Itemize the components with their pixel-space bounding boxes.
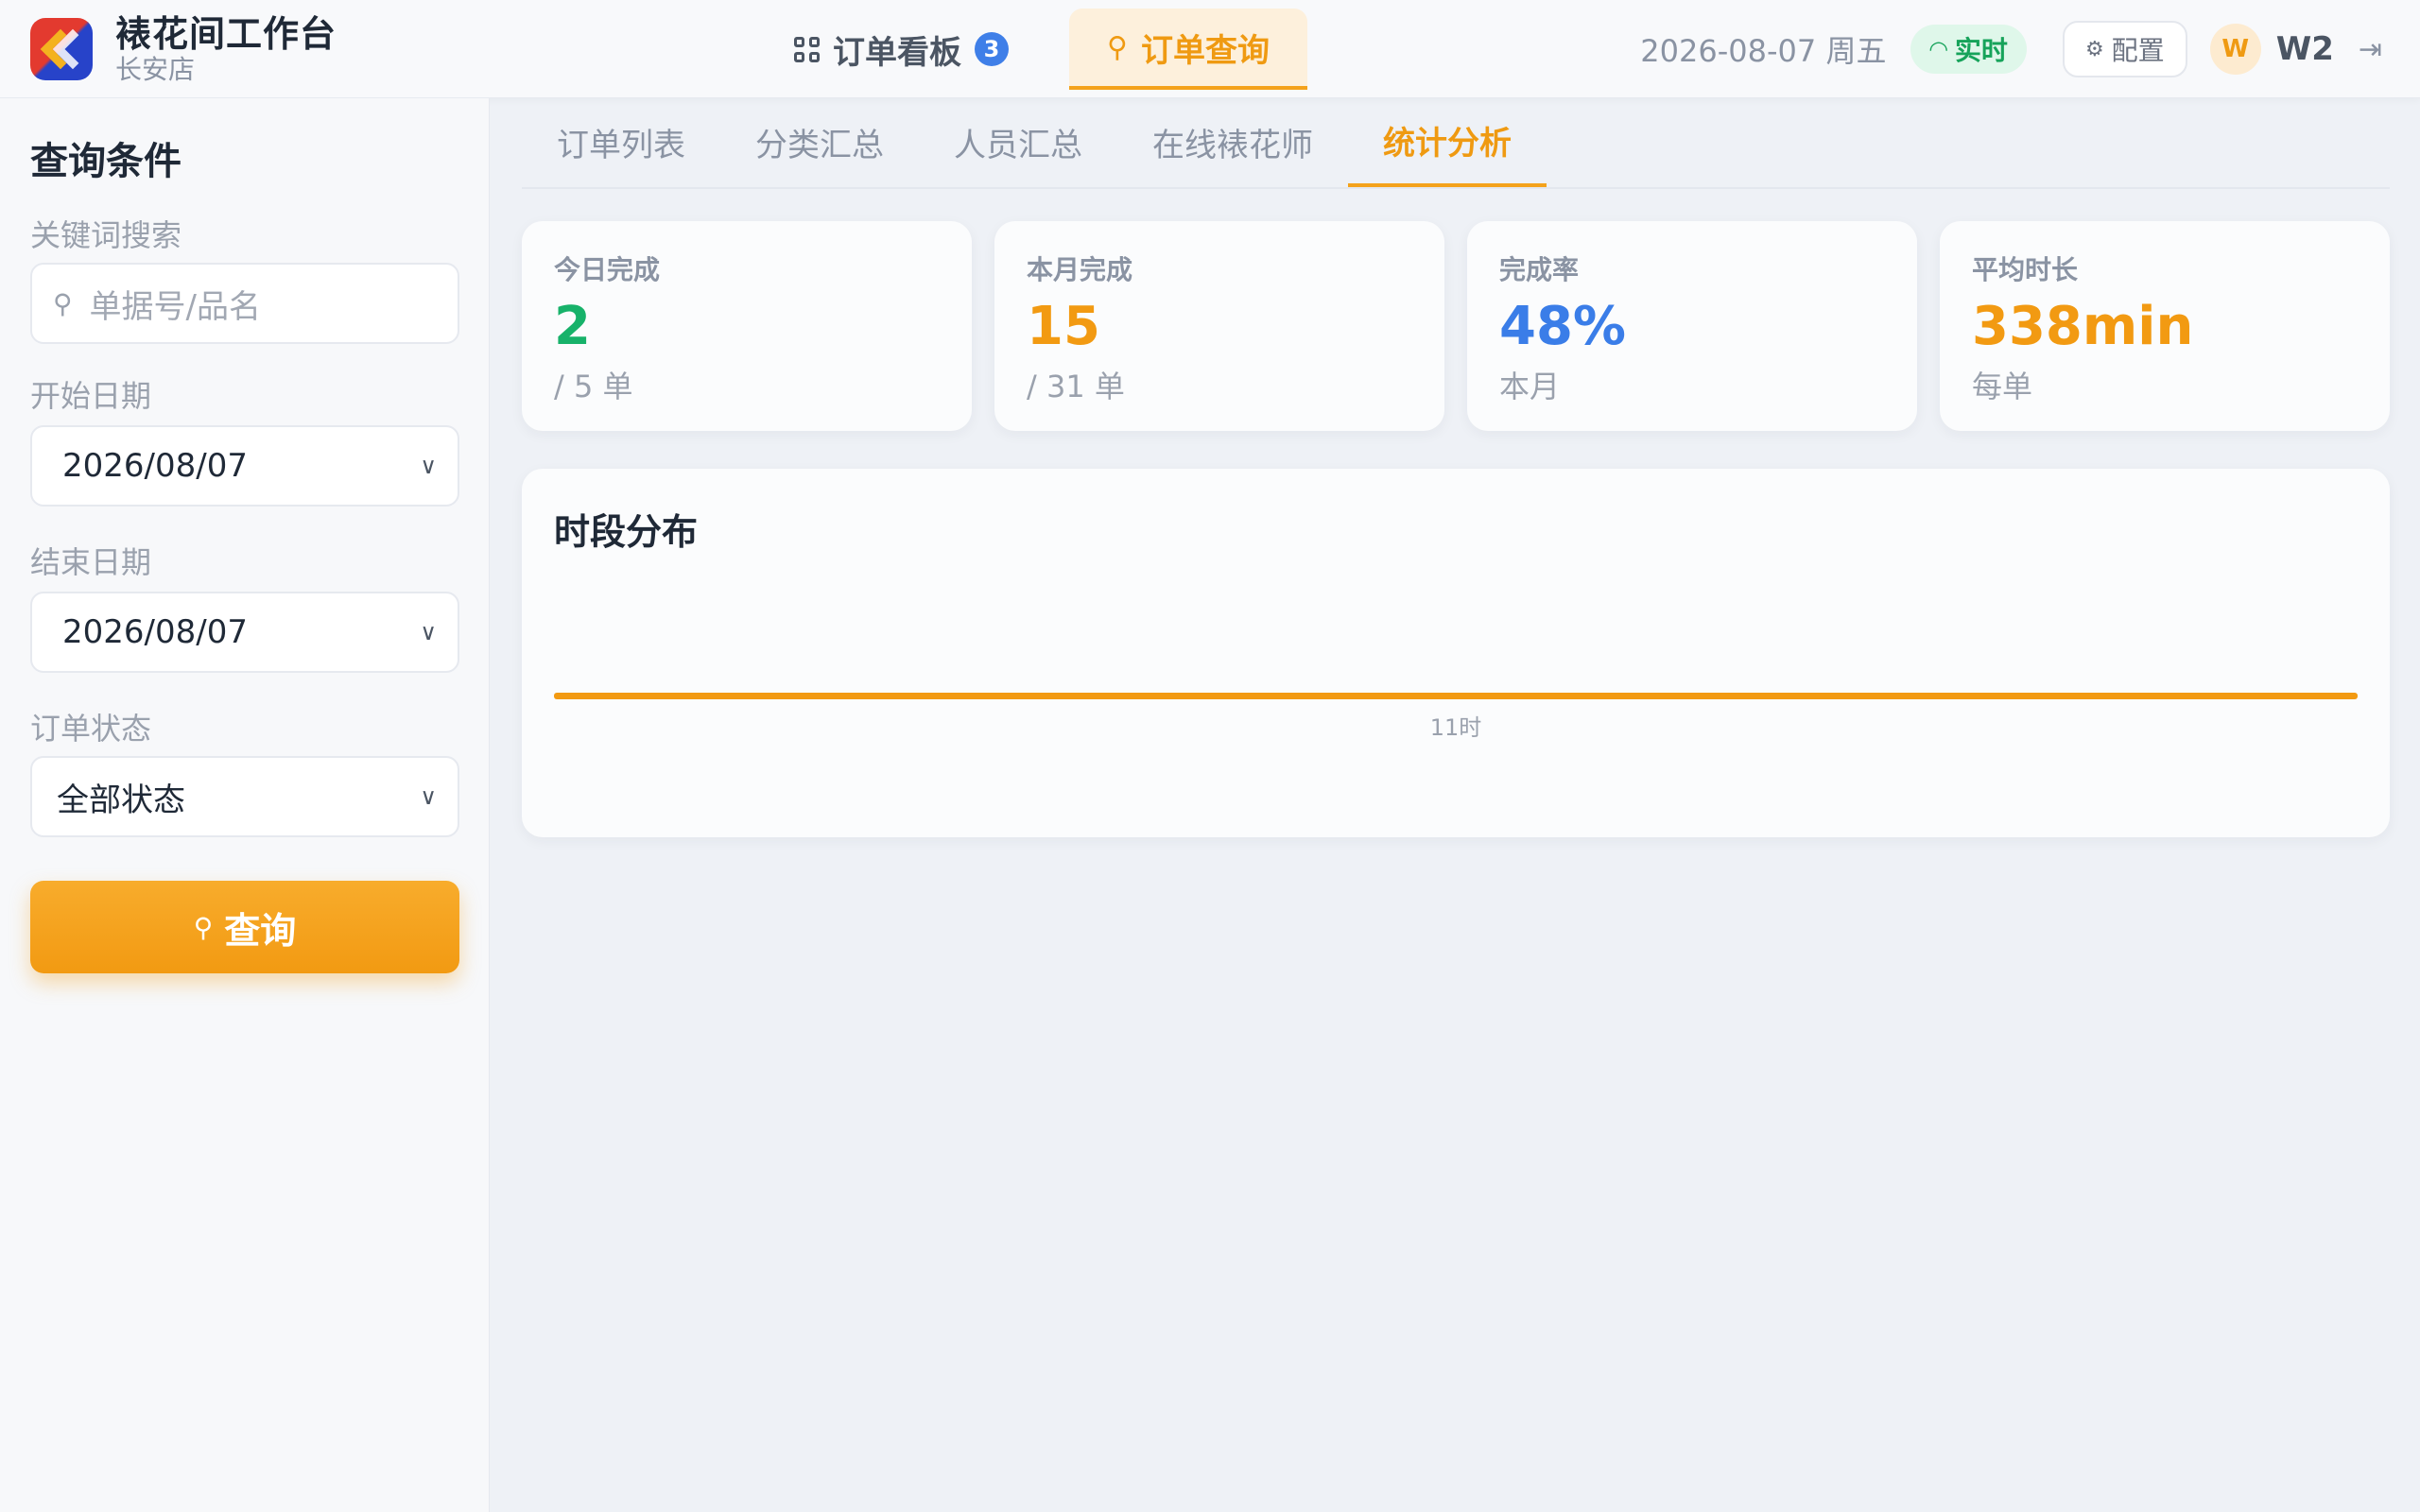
live-status-badge: ◠ 实时 bbox=[1910, 25, 2027, 74]
chart-title: 时段分布 bbox=[554, 511, 699, 553]
tab-order-list[interactable]: 订单列表 bbox=[522, 96, 720, 187]
tab-staff-summary[interactable]: 人员汇总 bbox=[919, 96, 1117, 187]
avatar[interactable]: W bbox=[2209, 24, 2261, 75]
end-date-label: 结束日期 bbox=[30, 544, 152, 580]
top-header: 裱花间工作台 长安店 订单看板 3 ⚲ 订单查询 2026-08-07 周五 ◠… bbox=[0, 0, 2420, 98]
nav-order-query-label: 订单查询 bbox=[1140, 31, 1270, 70]
stat-card-completion-rate: 完成率 48% 本月 bbox=[1467, 221, 1917, 431]
order-count-badge: 3 bbox=[975, 32, 1009, 66]
stat-value: 2 bbox=[554, 296, 591, 357]
chevron-down-icon: ∨ bbox=[420, 783, 437, 810]
stat-label: 本月完成 bbox=[1027, 254, 1133, 285]
chevron-down-icon: ∨ bbox=[420, 453, 437, 479]
stat-sub: / 5 单 bbox=[554, 369, 633, 404]
app-logo bbox=[30, 18, 93, 80]
query-button[interactable]: ⚲ 查询 bbox=[30, 881, 459, 973]
chevron-down-icon: ∨ bbox=[420, 619, 437, 645]
stat-sub: / 31 单 bbox=[1027, 369, 1125, 404]
query-sidebar: 查询条件 关键词搜索 ⚲ 单据号/品名 开始日期 2026/08/07 ∨ 结束… bbox=[0, 98, 490, 1512]
nav-order-query[interactable]: ⚲ 订单查询 bbox=[1069, 9, 1307, 90]
tab-statistics[interactable]: 统计分析 bbox=[1348, 96, 1547, 187]
start-date-value: 2026/08/07 bbox=[62, 447, 248, 485]
config-label: 配置 bbox=[2111, 35, 2165, 66]
hourly-distribution-card: 时段分布 11时 bbox=[522, 469, 2390, 837]
query-button-label: 查询 bbox=[224, 909, 297, 952]
end-date-select[interactable]: 2026/08/07 ∨ bbox=[30, 592, 459, 673]
header-tools: 2026-08-07 周五 ◠ 实时 ⚙ 配置 W W2 ⇥ bbox=[1640, 19, 2382, 79]
stat-value: 338min bbox=[1972, 296, 2194, 357]
stat-label: 今日完成 bbox=[554, 254, 661, 285]
grid-icon bbox=[794, 36, 820, 62]
nav-order-board[interactable]: 订单看板 3 bbox=[756, 9, 1046, 90]
gear-icon: ⚙ bbox=[2084, 37, 2104, 61]
order-status-value: 全部状态 bbox=[57, 781, 185, 819]
start-date-label: 开始日期 bbox=[30, 378, 152, 414]
search-icon: ⚲ bbox=[1107, 30, 1128, 64]
stat-label: 平均时长 bbox=[1972, 254, 2079, 285]
current-date: 2026-08-07 周五 bbox=[1640, 33, 1887, 69]
end-date-value: 2026/08/07 bbox=[62, 613, 248, 651]
search-icon: ⚲ bbox=[53, 287, 73, 319]
live-label: 实时 bbox=[1954, 35, 2008, 66]
x-tick-label: 11时 bbox=[1430, 714, 1482, 741]
brand: 裱花间工作台 长安店 bbox=[30, 13, 337, 85]
stat-card-today: 今日完成 2 / 5 单 bbox=[522, 221, 972, 431]
config-button[interactable]: ⚙ 配置 bbox=[2062, 21, 2187, 77]
result-tabs: 订单列表 分类汇总 人员汇总 在线裱花师 统计分析 bbox=[522, 98, 2390, 189]
wifi-icon: ◠ bbox=[1929, 36, 1947, 62]
search-icon: ⚲ bbox=[193, 911, 214, 943]
stat-sub: 本月 bbox=[1499, 369, 1561, 404]
keyword-placeholder: 单据号/品名 bbox=[89, 287, 261, 326]
stat-value: 15 bbox=[1027, 296, 1100, 357]
nav-order-board-label: 订单看板 bbox=[833, 33, 961, 72]
stat-label: 完成率 bbox=[1499, 254, 1580, 285]
keyword-search-input[interactable]: ⚲ 单据号/品名 bbox=[30, 263, 459, 344]
stat-card-avg-duration: 平均时长 338min 每单 bbox=[1940, 221, 2390, 431]
store-name: 长安店 bbox=[115, 54, 196, 85]
brand-title: 裱花间工作台 bbox=[115, 13, 337, 55]
start-date-select[interactable]: 2026/08/07 ∨ bbox=[30, 425, 459, 507]
tab-category-summary[interactable]: 分类汇总 bbox=[720, 96, 919, 187]
stat-card-month: 本月完成 15 / 31 单 bbox=[994, 221, 1444, 431]
keyword-label: 关键词搜索 bbox=[30, 217, 182, 253]
order-status-label: 订单状态 bbox=[30, 711, 152, 747]
logout-icon[interactable]: ⇥ bbox=[2359, 33, 2382, 66]
stat-sub: 每单 bbox=[1972, 369, 2033, 404]
order-status-select[interactable]: 全部状态 ∨ bbox=[30, 756, 459, 837]
hourly-distribution-chart: 11时 bbox=[554, 693, 2358, 741]
chart-bar bbox=[554, 693, 2358, 699]
username: W2 bbox=[2275, 30, 2334, 68]
sidebar-title: 查询条件 bbox=[30, 140, 182, 183]
stat-value: 48% bbox=[1499, 296, 1627, 357]
main-nav: 订单看板 3 ⚲ 订单查询 bbox=[756, 8, 1307, 91]
tab-online-decorators[interactable]: 在线裱花师 bbox=[1117, 96, 1348, 187]
